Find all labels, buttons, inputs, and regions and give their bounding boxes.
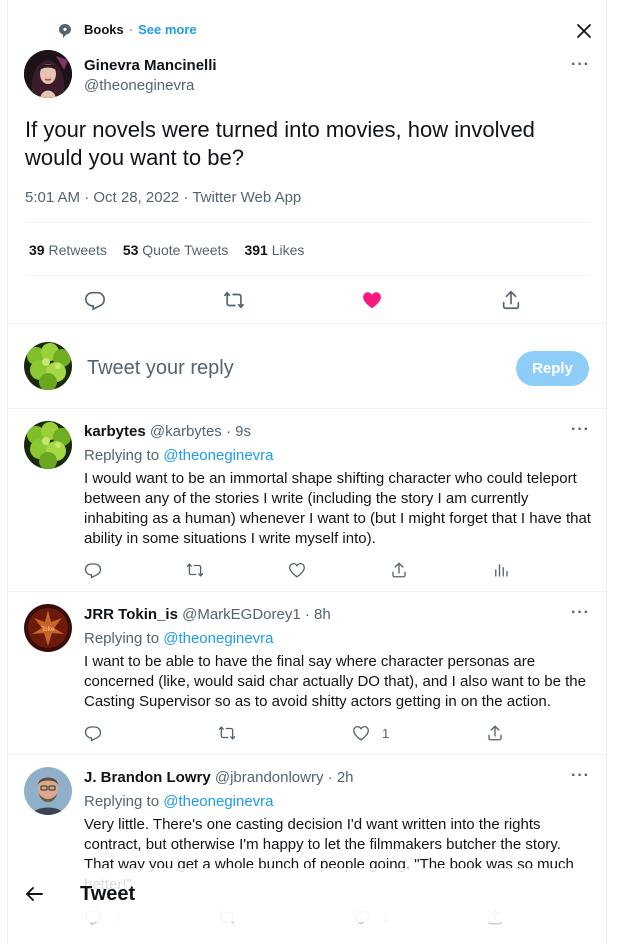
- user-avatar[interactable]: [24, 342, 72, 390]
- analytics-action[interactable]: [492, 561, 594, 579]
- retweet-icon: [186, 563, 204, 577]
- more-icon[interactable]: ···: [571, 767, 590, 785]
- reply-time[interactable]: · 8h: [305, 606, 331, 623]
- reply-icon: [84, 726, 102, 742]
- reply-item[interactable]: karbytes @karbytes · 9s ··· Replying to …: [8, 408, 606, 591]
- retweet-icon[interactable]: [222, 288, 246, 312]
- topic-context: Books · See more: [84, 22, 197, 37]
- reply-author-name[interactable]: J. Brandon Lowry: [84, 769, 211, 786]
- author-name[interactable]: Ginevra Mancinelli: [84, 57, 217, 74]
- more-icon[interactable]: ···: [571, 604, 590, 622]
- like-icon: [353, 725, 369, 741]
- retweets-stat[interactable]: 39 Retweets: [29, 242, 107, 258]
- reply-action[interactable]: [84, 561, 186, 579]
- tweet-text: If your novels were turned into movies, …: [25, 117, 535, 170]
- share-icon[interactable]: [499, 288, 523, 312]
- reply-author-handle[interactable]: @MarkEGDorey1: [182, 606, 301, 623]
- reply-text: I would want to be an immortal shape shi…: [84, 470, 591, 547]
- likes-stat[interactable]: 391 Likes: [244, 242, 304, 258]
- more-icon[interactable]: ···: [571, 421, 590, 439]
- reply-item[interactable]: Toke JRR Tokin_is @MarkEGDorey1 · 8h ···…: [8, 591, 606, 754]
- reply-action[interactable]: [84, 724, 218, 742]
- replying-to-link[interactable]: @theoneginevra: [163, 630, 273, 647]
- like-icon: [289, 562, 305, 578]
- replying-to-link[interactable]: @theoneginevra: [163, 793, 273, 810]
- author-avatar[interactable]: [24, 50, 72, 98]
- share-action[interactable]: [390, 561, 492, 579]
- like-count: 1: [382, 725, 390, 741]
- reply-author-name[interactable]: karbytes: [84, 423, 146, 440]
- reply-actions: 1: [84, 724, 586, 742]
- reply-author-handle[interactable]: @karbytes: [150, 423, 222, 440]
- svg-text:Toke: Toke: [40, 626, 55, 633]
- like-action[interactable]: 1: [352, 724, 486, 742]
- tweet-meta[interactable]: 5:01 AM · Oct 28, 2022 · Twitter Web App: [25, 189, 301, 206]
- reply-author-handle[interactable]: @jbrandonlowry: [215, 769, 324, 786]
- author-handle[interactable]: @theoneginevra: [84, 77, 194, 94]
- reply-icon: [84, 563, 102, 579]
- reply-actions: [84, 561, 594, 579]
- topic-label: Books: [84, 22, 124, 37]
- topic-bubble-icon: [58, 23, 72, 39]
- retweet-icon: [218, 726, 236, 740]
- close-icon[interactable]: [573, 20, 595, 42]
- quote-tweets-stat[interactable]: 53 Quote Tweets: [123, 242, 229, 258]
- like-action[interactable]: [288, 561, 390, 579]
- divider: [8, 323, 606, 324]
- replying-to: Replying to @theoneginevra: [84, 630, 274, 647]
- divider: [25, 222, 591, 223]
- analytics-icon: [495, 564, 508, 577]
- bottom-header-bar: Tweet: [8, 868, 606, 922]
- share-action[interactable]: [486, 724, 586, 742]
- reply-text: I want to be able to have the final say …: [84, 653, 586, 710]
- reply-header: JRR Tokin_is @MarkEGDorey1 · 8h: [84, 606, 331, 623]
- reply-time[interactable]: · 9s: [226, 423, 251, 440]
- retweet-action[interactable]: [218, 724, 352, 742]
- reply-input[interactable]: Tweet your reply: [87, 357, 234, 380]
- like-icon-filled[interactable]: [360, 288, 384, 312]
- page-title: Tweet: [80, 883, 136, 905]
- tweet-page: Books · See more Ginevra Mancinelli @the…: [7, 0, 607, 944]
- replying-to: Replying to @theoneginevra: [84, 447, 274, 464]
- replying-to-link[interactable]: @theoneginevra: [163, 447, 273, 464]
- reply-header: karbytes @karbytes · 9s: [84, 423, 251, 440]
- back-arrow-icon[interactable]: [24, 884, 44, 904]
- reply-time[interactable]: · 2h: [328, 769, 354, 786]
- divider: [25, 275, 591, 276]
- replying-to: Replying to @theoneginevra: [84, 793, 274, 810]
- reply-header: J. Brandon Lowry @jbrandonlowry · 2h: [84, 769, 354, 786]
- share-icon: [488, 725, 502, 741]
- retweet-action[interactable]: [186, 561, 288, 579]
- see-more-link[interactable]: See more: [138, 22, 197, 37]
- reply-author-name[interactable]: JRR Tokin_is: [84, 606, 178, 623]
- reply-avatar[interactable]: [24, 767, 72, 815]
- reply-button[interactable]: Reply: [516, 351, 589, 386]
- tweet-stats: 39 Retweets 53 Quote Tweets 391 Likes: [29, 242, 304, 258]
- reply-icon[interactable]: [83, 288, 107, 312]
- more-icon[interactable]: ···: [571, 56, 590, 74]
- tweet-actions: [83, 288, 523, 312]
- reply-avatar[interactable]: Toke: [24, 604, 72, 652]
- reply-avatar[interactable]: [24, 421, 72, 469]
- share-icon: [392, 562, 406, 578]
